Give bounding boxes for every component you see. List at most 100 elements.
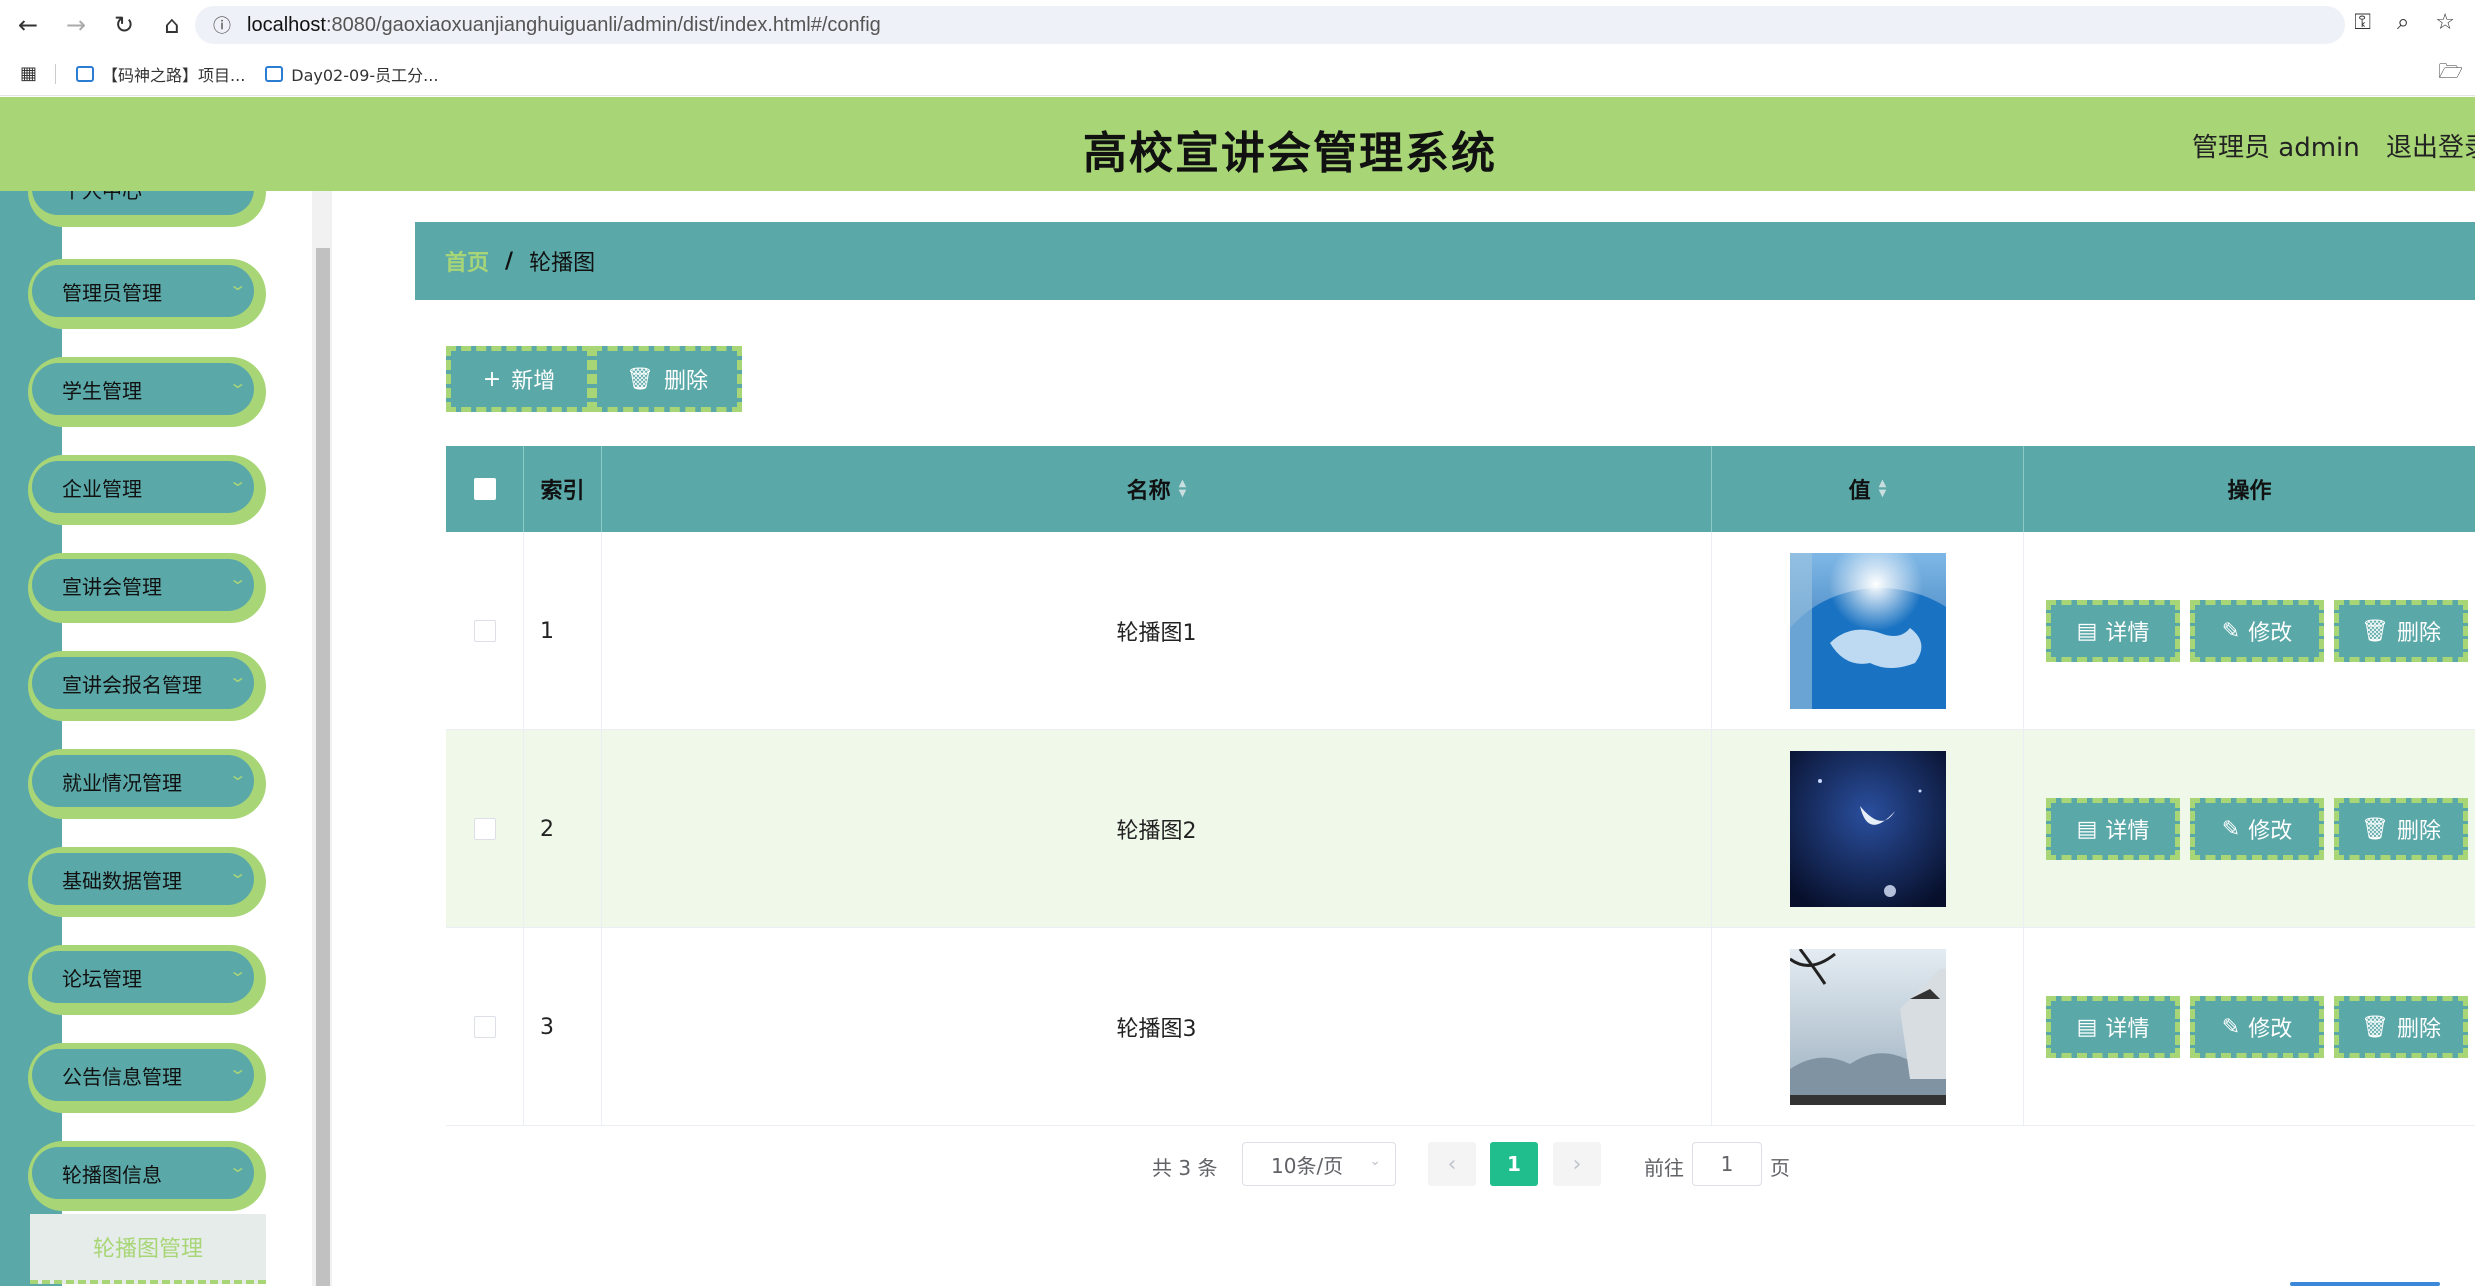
next-page-button[interactable]: › <box>1553 1142 1601 1186</box>
value-cell <box>1712 532 2024 730</box>
zoom-icon[interactable]: ⌕ <box>2397 10 2409 35</box>
batch-delete-button[interactable]: 🗑 删除 <box>592 346 742 412</box>
name-cell: 轮播图2 <box>602 730 1712 928</box>
sidebar-item-label: 企业管理 <box>62 476 142 501</box>
admin-user: 管理员 admin <box>2192 133 2360 163</box>
row-checkbox[interactable] <box>473 620 496 642</box>
select-all-checkbox[interactable] <box>473 478 496 500</box>
apps-grid-icon[interactable]: ▦ <box>20 63 37 84</box>
column-header-value[interactable]: 值 ▲ ▼ <box>1712 446 2024 532</box>
pagination: 共 3 条 10条/页 ⌄ ‹ 1 › 前往 1 页 <box>0 1142 2475 1188</box>
delete-label: 删除 <box>2396 621 2441 646</box>
pencil-icon: ✎ <box>2221 1014 2241 1040</box>
detail-button[interactable]: ▤ 详情 <box>2046 798 2180 860</box>
row-checkbox[interactable] <box>473 1016 496 1038</box>
index-cell: 1 <box>524 532 602 730</box>
select-all-cell <box>446 446 524 532</box>
plus-icon: + <box>482 366 502 392</box>
sidebar-subitem-carousel-mgmt[interactable]: 轮播图管理 <box>30 1214 266 1284</box>
goto-page-input[interactable]: 1 <box>1692 1142 1762 1186</box>
edit-label: 修改 <box>2248 1017 2293 1042</box>
sidebar-item-seminar-mgmt[interactable]: 宣讲会管理 ⌄ <box>28 553 266 623</box>
folder-icon[interactable]: 🗁 <box>2438 57 2463 91</box>
sidebar-item-label: 个人中心 <box>62 191 142 204</box>
sidebar-item-label: 就业情况管理 <box>62 770 182 795</box>
chevron-down-icon: ⌄ <box>1369 1153 1381 1169</box>
row-checkbox[interactable] <box>473 818 496 840</box>
bookmark-item[interactable]: 【码神之路】项目... <box>76 62 245 86</box>
document-icon: ▤ <box>2076 816 2098 842</box>
sidebar-item-admin-mgmt[interactable]: 管理员管理 ⌄ <box>28 259 266 329</box>
page-size-select[interactable]: 10条/页 ⌄ <box>1242 1142 1396 1186</box>
column-header-label: 值 <box>1848 479 1871 504</box>
add-button-label: 新增 <box>511 369 556 394</box>
name-cell: 轮播图3 <box>602 928 1712 1126</box>
detail-label: 详情 <box>2105 1017 2150 1042</box>
detail-label: 详情 <box>2105 819 2150 844</box>
column-header-name[interactable]: 名称 ▲ ▼ <box>602 446 1712 532</box>
sidebar-item-basic-data-mgmt[interactable]: 基础数据管理 ⌄ <box>28 847 266 917</box>
browser-actions: ⚿ ⌕ ☆ <box>2354 10 2455 35</box>
edit-button[interactable]: ✎ 修改 <box>2190 600 2324 662</box>
logout-link[interactable]: 退出登录 <box>2386 127 2475 164</box>
index-cell: 3 <box>524 928 602 1126</box>
edit-label: 修改 <box>2248 621 2293 646</box>
bookmark-item[interactable]: Day02-09-员工分... <box>265 62 438 86</box>
bookmark-label: Day02-09-员工分... <box>291 65 439 85</box>
row-check-cell <box>446 730 524 928</box>
home-icon[interactable]: ⌂ <box>152 5 192 45</box>
chevron-down-icon: ⌄ <box>227 1059 247 1078</box>
prev-page-button[interactable]: ‹ <box>1428 1142 1476 1186</box>
sort-icon[interactable]: ▲ ▼ <box>1179 479 1187 499</box>
bookmark-label: 【码神之路】项目... <box>102 65 246 85</box>
chevron-down-icon: ⌄ <box>227 961 247 980</box>
detail-button[interactable]: ▤ 详情 <box>2046 600 2180 662</box>
column-header-label: 名称 <box>1126 479 1171 504</box>
delete-button[interactable]: 🗑 删除 <box>2334 996 2468 1058</box>
carousel-image-moon[interactable] <box>1789 751 1946 907</box>
page-number-current[interactable]: 1 <box>1490 1142 1538 1186</box>
carousel-image-earth[interactable] <box>1789 553 1946 709</box>
table-header: 索引 名称 ▲ ▼ 值 ▲ ▼ 操作 <box>446 446 2475 532</box>
chevron-down-icon: ⌄ <box>227 765 247 784</box>
sidebar-item-company-mgmt[interactable]: 企业管理 ⌄ <box>28 455 266 525</box>
edit-button[interactable]: ✎ 修改 <box>2190 798 2324 860</box>
sort-icon[interactable]: ▲ ▼ <box>1879 479 1887 499</box>
add-button[interactable]: + 新增 <box>446 346 592 412</box>
carousel-image-landscape[interactable] <box>1789 949 1946 1105</box>
chevron-down-icon: ⌄ <box>227 863 247 882</box>
sidebar-item-student-mgmt[interactable]: 学生管理 ⌄ <box>28 357 266 427</box>
address-bar[interactable]: ⓘ localhost:8080/gaoxiaoxuanjianghuiguan… <box>195 6 2345 44</box>
sidebar: 个人中心 ⌄ 管理员管理 ⌄ 学生管理 ⌄ 企业管理 ⌄ 宣讲会管理 ⌄ 宣讲会报名管理 ⌄… <box>0 191 312 1286</box>
page-size-value: 10条/页 <box>1271 1153 1344 1178</box>
sidebar-scroll-thumb[interactable] <box>316 248 330 1286</box>
page-unit-label: 页 <box>1770 1156 1790 1180</box>
sidebar-item-personal-center[interactable]: 个人中心 ⌄ <box>28 191 266 227</box>
sidebar-item-employment-mgmt[interactable]: 就业情况管理 ⌄ <box>28 749 266 819</box>
delete-label: 删除 <box>2396 1017 2441 1042</box>
password-key-icon[interactable]: ⚿ <box>2354 10 2371 35</box>
sidebar-strip <box>0 191 62 1286</box>
site-info-icon[interactable]: ⓘ <box>207 12 237 38</box>
sidebar-item-label: 管理员管理 <box>62 280 162 305</box>
delete-button[interactable]: 🗑 删除 <box>2334 798 2468 860</box>
breadcrumb-current: 轮播图 <box>529 251 596 276</box>
back-icon[interactable]: ← <box>8 5 48 45</box>
sidebar-item-notice-mgmt[interactable]: 公告信息管理 ⌄ <box>28 1043 266 1113</box>
edit-button[interactable]: ✎ 修改 <box>2190 996 2324 1058</box>
bookmark-star-icon[interactable]: ☆ <box>2435 10 2455 35</box>
reload-icon[interactable]: ↻ <box>104 5 144 45</box>
edit-label: 修改 <box>2248 819 2293 844</box>
column-header-index: 索引 <box>524 446 602 532</box>
forward-icon[interactable]: → <box>56 5 96 45</box>
browser-toolbar: ← → ↻ ⌂ ⓘ localhost:8080/gaoxiaoxuanjian… <box>0 0 2475 50</box>
column-header-label: 操作 <box>2227 479 2272 504</box>
detail-button[interactable]: ▤ 详情 <box>2046 996 2180 1058</box>
sidebar-item-forum-mgmt[interactable]: 论坛管理 ⌄ <box>28 945 266 1015</box>
pencil-icon: ✎ <box>2221 618 2241 644</box>
delete-button[interactable]: 🗑 删除 <box>2334 600 2468 662</box>
breadcrumb-home[interactable]: 首页 <box>445 245 489 277</box>
app-header: 高校宣讲会管理系统 管理员 admin 退出登录 <box>0 97 2475 191</box>
sidebar-item-registration-mgmt[interactable]: 宣讲会报名管理 ⌄ <box>28 651 266 721</box>
sidebar-item-label: 基础数据管理 <box>62 868 182 893</box>
